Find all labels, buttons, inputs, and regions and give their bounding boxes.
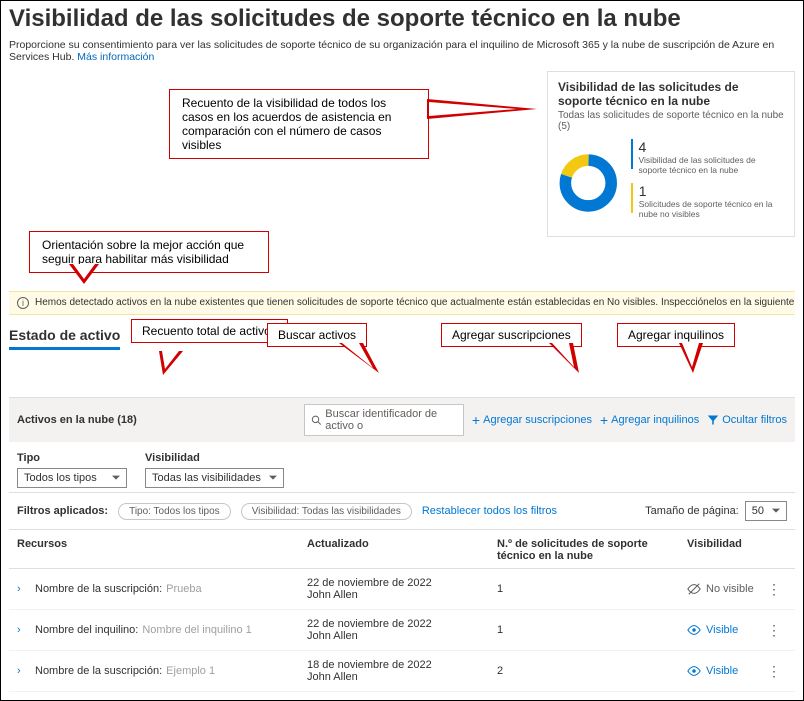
- updated-cell: 22 de noviembre de 2022John Allen: [307, 618, 497, 642]
- filter-type-select[interactable]: Todos los tipos: [17, 468, 127, 488]
- add-tenants-button[interactable]: +Agregar inquilinos: [600, 413, 699, 427]
- legend-notvisible-count: 1: [639, 183, 784, 199]
- legend-visible-label: Visibilidad de las solicitudes de soport…: [639, 155, 784, 175]
- filter-type-label: Tipo: [17, 452, 127, 464]
- visibility-toggle[interactable]: Visible: [687, 623, 767, 637]
- applied-filters-label: Filtros aplicados:: [17, 505, 108, 517]
- requests-cell: 1: [497, 624, 687, 636]
- page-subtitle: Proporcione su consentimiento para ver l…: [9, 39, 795, 63]
- resource-label: Nombre de la suscripción:: [35, 583, 162, 595]
- table-header: Recursos Actualizado N.º de solicitudes …: [9, 530, 795, 569]
- visibility-toggle[interactable]: No visible: [687, 582, 767, 596]
- chip-visibility[interactable]: Visibilidad: Todas las visibilidades: [241, 503, 412, 520]
- hide-filters-button[interactable]: Ocultar filtros: [707, 414, 787, 426]
- page-title: Visibilidad de las solicitudes de soport…: [9, 5, 795, 33]
- info-icon: i: [17, 297, 29, 309]
- resource-label: Nombre de la suscripción:: [35, 665, 162, 677]
- resource-value: Nombre del inquilino 1: [142, 624, 251, 636]
- table-row: › Nombre de la suscripción: Ejemplo 1 18 de…: [9, 651, 795, 692]
- row-menu-button[interactable]: ⋮: [767, 581, 781, 597]
- callout-tenants: Agregar inquilinos: [617, 323, 735, 347]
- callout-guidance: Orientación sobre la mejor acción que se…: [29, 231, 269, 273]
- requests-cell: 2: [497, 665, 687, 677]
- search-input[interactable]: Buscar identificador de activo o: [304, 404, 464, 436]
- expand-icon[interactable]: ›: [17, 624, 27, 636]
- expand-icon[interactable]: ›: [17, 665, 27, 677]
- resource-value: Ejemplo 1: [166, 665, 215, 677]
- plus-icon: +: [472, 413, 480, 427]
- info-bar: i Hemos detectado activos en la nube exi…: [9, 291, 795, 315]
- donut-chart: [558, 138, 619, 228]
- assets-count: Activos en la nube (18): [17, 414, 137, 426]
- filter-visibility-select[interactable]: Todas las visibilidades: [145, 468, 284, 488]
- col-requests[interactable]: N.º de solicitudes de soporte técnico en…: [497, 538, 687, 562]
- page-size-label: Tamaño de página:: [645, 505, 739, 517]
- more-info-link[interactable]: Más información: [77, 51, 154, 63]
- donut-subtitle: Todas las solicitudes de soporte técnico…: [558, 110, 784, 132]
- col-visibility[interactable]: Visibilidad: [687, 538, 767, 562]
- expand-icon[interactable]: ›: [17, 583, 27, 595]
- table-row: › Nombre del inquilino: Nombre del inquili…: [9, 610, 795, 651]
- resource-label: Nombre del inquilino:: [35, 624, 138, 636]
- donut-title: Visibilidad de las solicitudes de soport…: [558, 80, 784, 108]
- tab-asset-status[interactable]: Estado de activo: [9, 327, 120, 350]
- legend-notvisible-label: Solicitudes de soporte técnico en la nub…: [639, 199, 784, 219]
- filter-icon: [707, 414, 719, 426]
- legend-visible-count: 4: [639, 139, 784, 155]
- col-updated[interactable]: Actualizado: [307, 538, 497, 562]
- page-size-select[interactable]: 50: [745, 501, 787, 521]
- toolbar: Activos en la nube (18) Buscar identific…: [9, 397, 795, 442]
- legend-bar-notvisible: [631, 183, 633, 213]
- plus-icon: +: [600, 413, 608, 427]
- legend-bar-visible: [631, 139, 633, 169]
- updated-cell: 22 de noviembre de 2022John Allen: [307, 577, 497, 601]
- visibility-toggle[interactable]: Visible: [687, 664, 767, 678]
- donut-card: Visibilidad de las solicitudes de soport…: [547, 71, 795, 237]
- reset-filters-link[interactable]: Restablecer todos los filtros: [422, 505, 557, 517]
- row-menu-button[interactable]: ⋮: [767, 663, 781, 679]
- search-icon: [311, 414, 321, 426]
- callout-donut: Recuento de la visibilidad de todos los …: [169, 89, 429, 159]
- resource-value: Prueba: [166, 583, 201, 595]
- filter-visibility-label: Visibilidad: [145, 452, 284, 464]
- col-resources[interactable]: Recursos: [17, 538, 307, 562]
- updated-cell: 18 de noviembre de 2022John Allen: [307, 659, 497, 683]
- chip-type[interactable]: Tipo: Todos los tipos: [118, 503, 231, 520]
- requests-cell: 1: [497, 583, 687, 595]
- add-subscriptions-button[interactable]: +Agregar suscripciones: [472, 413, 592, 427]
- table-row: › Nombre de la suscripción: Prueba 22 de no…: [9, 569, 795, 610]
- callout-count: Recuento total de activos: [131, 319, 288, 343]
